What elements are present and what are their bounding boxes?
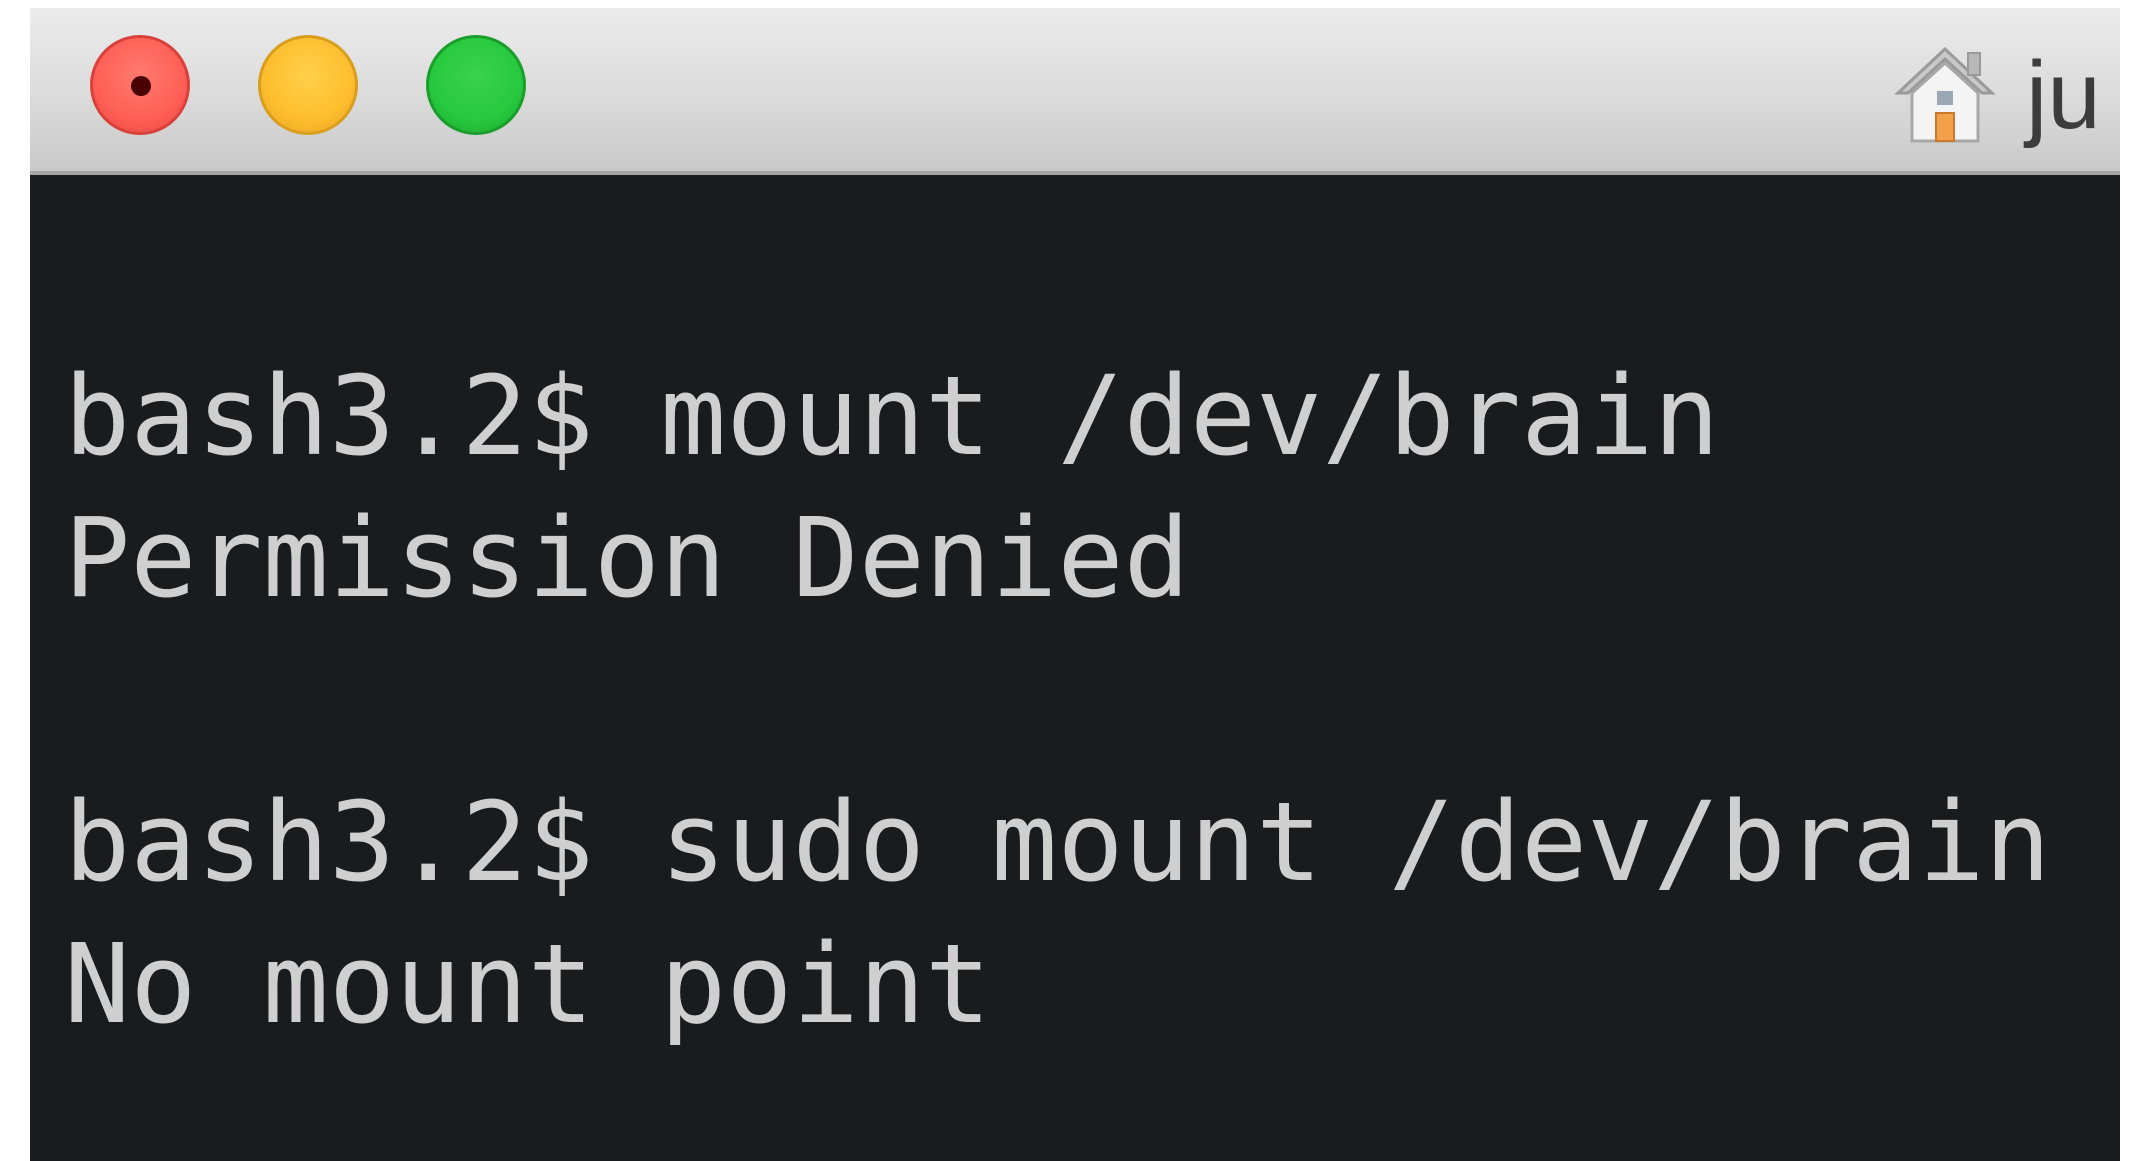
output-line: No mount point (64, 920, 992, 1048)
close-icon (131, 76, 151, 96)
window-title-area: ju (1890, 36, 2101, 156)
home-icon (1890, 41, 2000, 151)
terminal-window: ju bash3.2$ mount /dev/brain Permission … (30, 8, 2120, 1161)
terminal-output[interactable]: bash3.2$ mount /dev/brain Permission Den… (30, 175, 2120, 1161)
command-line: bash3.2$ mount /dev/brain (64, 352, 1720, 480)
command-line: bash3.2$ sudo mount /dev/brain (64, 778, 2051, 906)
close-button[interactable] (90, 35, 190, 135)
minimize-button[interactable] (258, 35, 358, 135)
title-bar[interactable]: ju (30, 8, 2120, 175)
zoom-button[interactable] (426, 35, 526, 135)
window-title: ju (2026, 42, 2101, 149)
output-line: Permission Denied (64, 494, 1190, 622)
